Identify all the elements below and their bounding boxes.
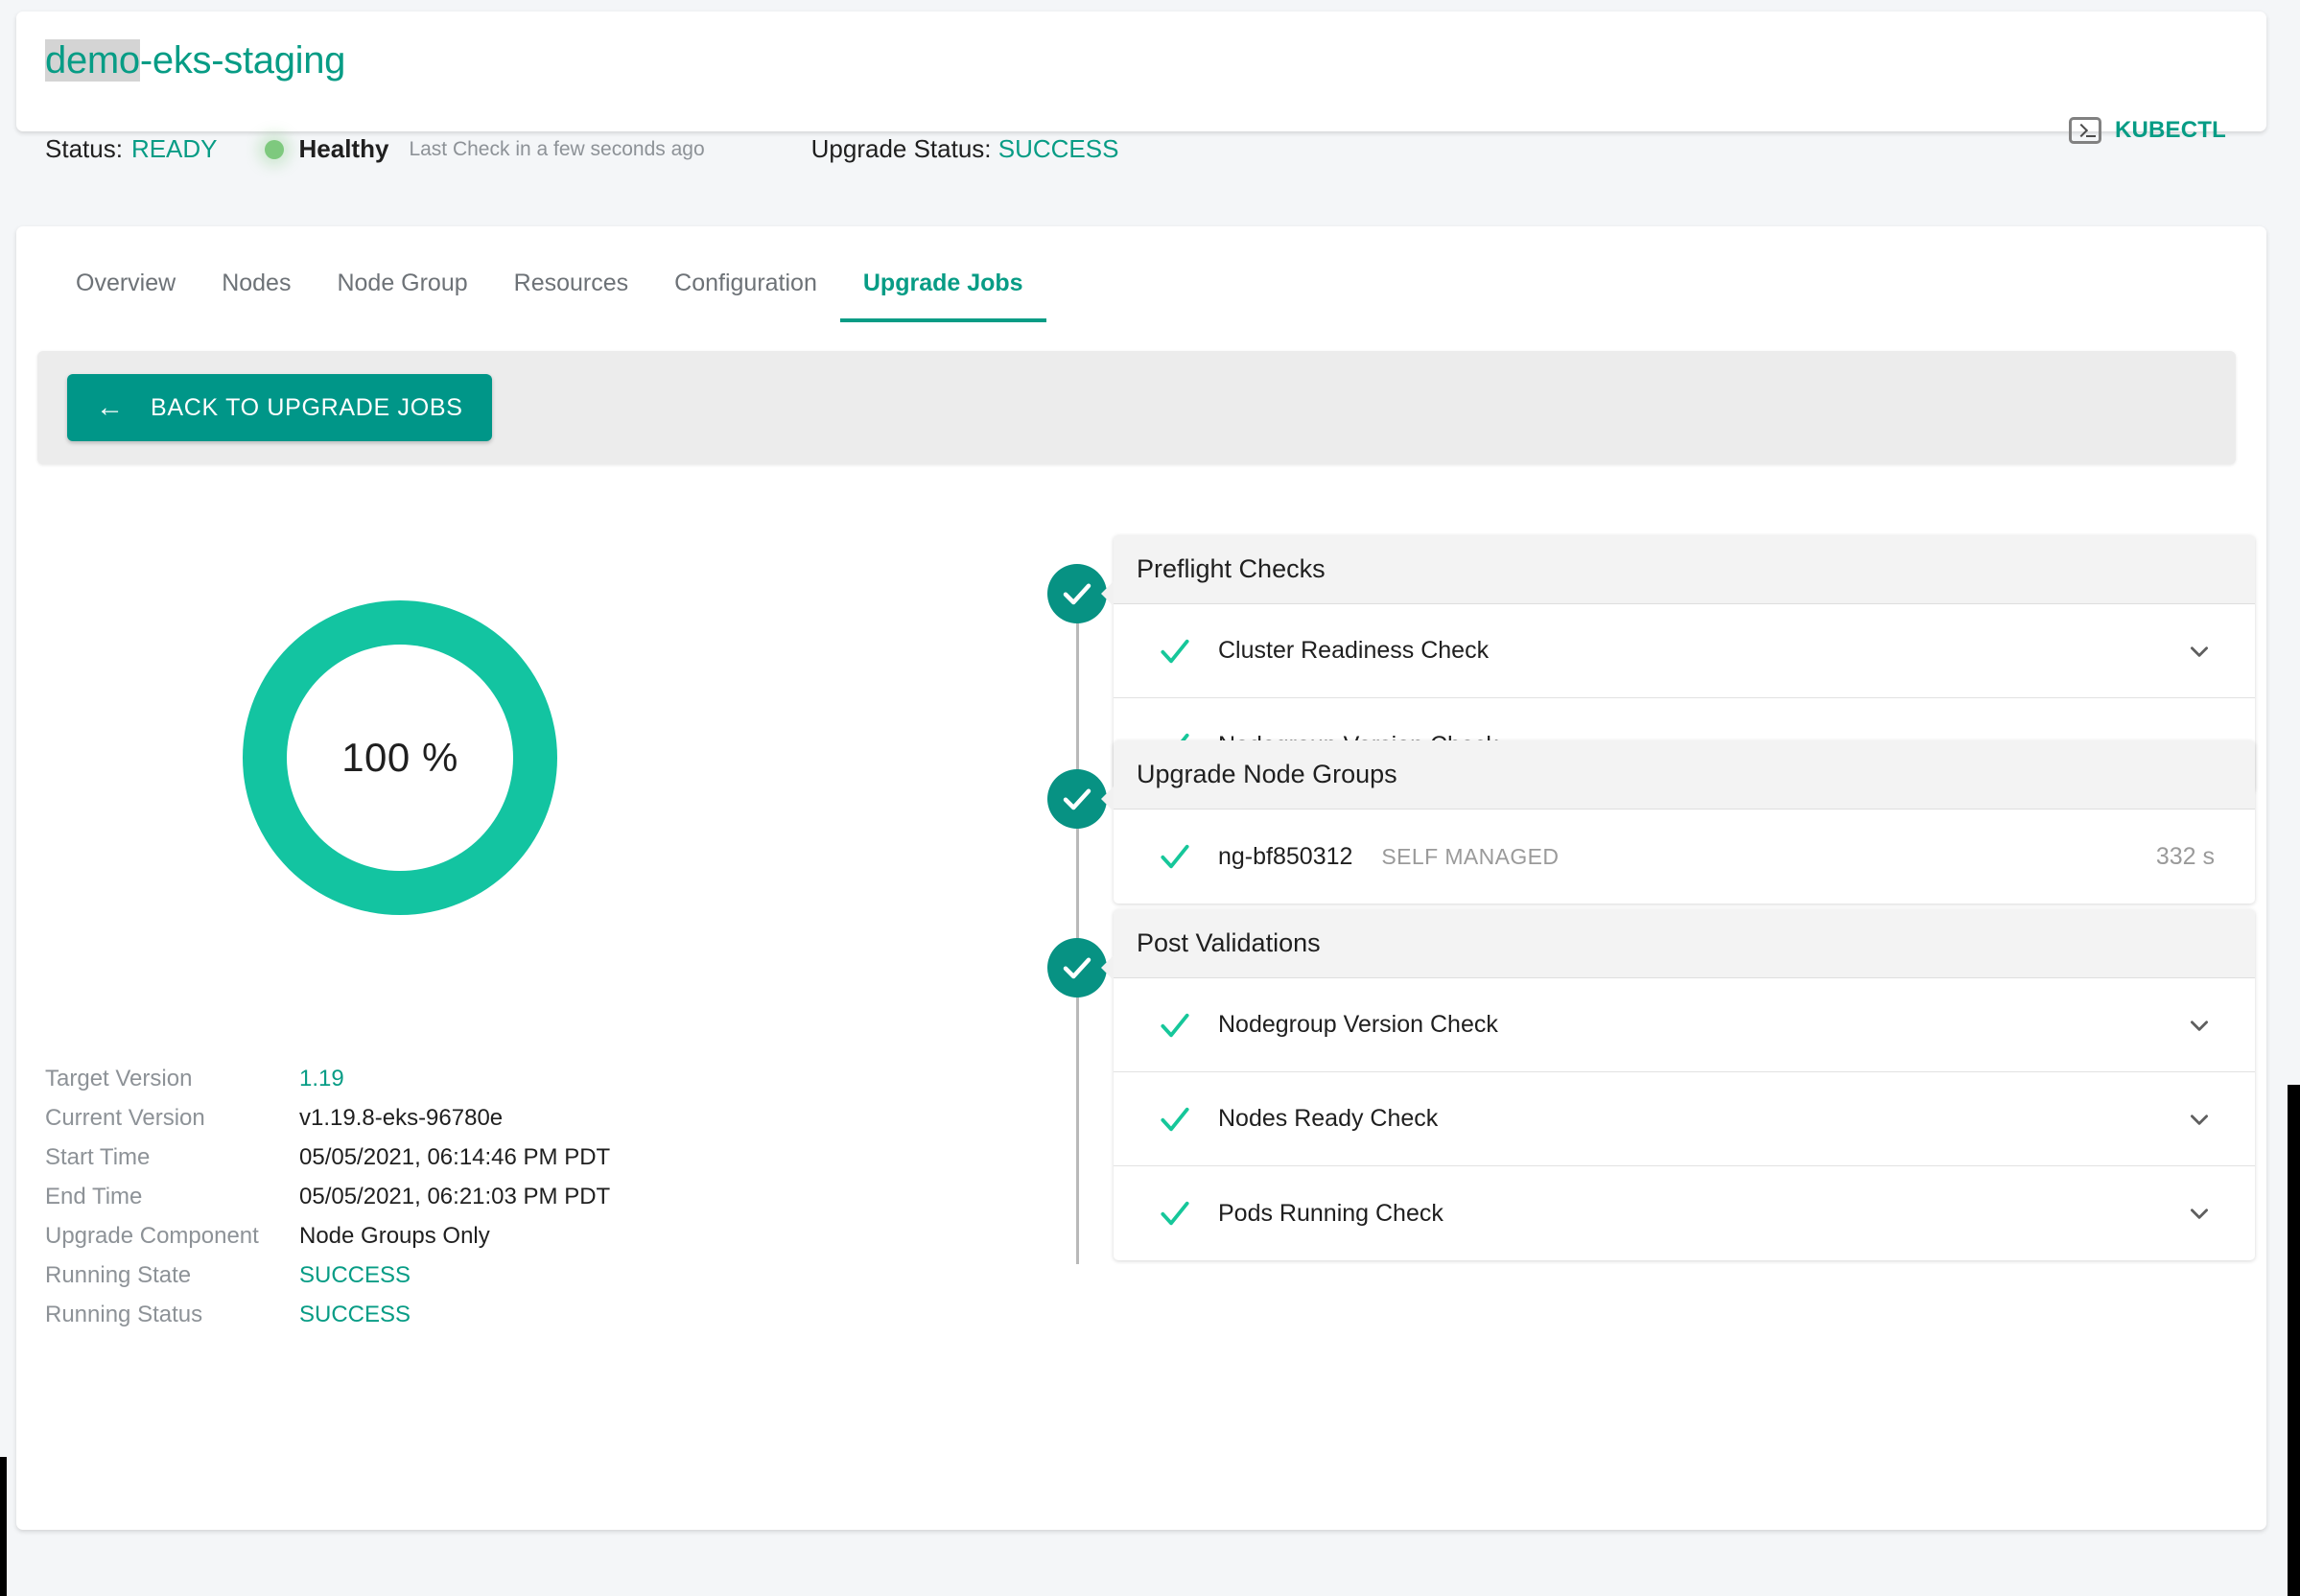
- check-row-label: Cluster Readiness Check: [1218, 637, 1490, 664]
- stage-pointer-icon: [1101, 955, 1114, 980]
- check-row-pods-running[interactable]: Pods Running Check: [1114, 1166, 2255, 1260]
- check-mark-icon: [1157, 1101, 1201, 1138]
- detail-value-running-status: SUCCESS: [299, 1302, 411, 1327]
- status-badge: READY: [130, 134, 218, 163]
- back-button-label: BACK TO UPGRADE JOBS: [151, 393, 463, 421]
- last-check-text: Last Check in a few seconds ago: [409, 137, 705, 160]
- upgrade-status: Upgrade Status: SUCCESS: [811, 134, 1119, 164]
- health-indicator: Healthy: [264, 134, 389, 164]
- check-mark-icon: [1157, 1007, 1201, 1044]
- progress-donut-ring: 100 %: [243, 600, 557, 915]
- stage-card-header: Preflight Checks: [1114, 535, 2255, 604]
- action-toolbar: ← BACK TO UPGRADE JOBS: [37, 351, 2236, 464]
- main-content-card: Overview Nodes Node Group Resources Conf…: [16, 226, 2266, 1530]
- progress-percent-label: 100 %: [341, 735, 458, 780]
- tab-nodes[interactable]: Nodes: [199, 270, 314, 322]
- check-row-label: Nodes Ready Check: [1218, 1105, 1439, 1132]
- stage-card-header: Upgrade Node Groups: [1114, 740, 2255, 810]
- detail-value-upgrade-component: Node Groups Only: [299, 1223, 490, 1249]
- terminal-icon: [2068, 117, 2101, 144]
- progress-donut: 100 %: [243, 600, 557, 915]
- check-mark-icon: [1157, 1195, 1201, 1232]
- stage-title: Upgrade Node Groups: [1137, 760, 1397, 788]
- stage-status-check-icon: [1047, 564, 1107, 623]
- cluster-status-row: Status: READY Healthy Last Check in a fe…: [45, 134, 1118, 164]
- stage-pointer-icon: [1101, 581, 1114, 606]
- window-edge-right: [2288, 1085, 2300, 1596]
- status-label: Status:: [45, 134, 123, 163]
- tab-configuration[interactable]: Configuration: [651, 270, 840, 322]
- tab-upgrade-jobs[interactable]: Upgrade Jobs: [839, 270, 1046, 322]
- page-title-rest: -eks-staging: [139, 39, 346, 82]
- stage-status-check-icon: [1047, 938, 1107, 998]
- page-title: demo-eks-staging: [45, 39, 345, 82]
- kubectl-button-label: KUBECTL: [2114, 117, 2226, 143]
- timeline-connector-line: [1076, 602, 1079, 1264]
- tab-bar: Overview Nodes Node Group Resources Conf…: [16, 226, 2266, 322]
- back-to-upgrade-jobs-button[interactable]: ← BACK TO UPGRADE JOBS: [67, 374, 492, 441]
- upgrade-status-label: Upgrade Status:: [810, 134, 992, 163]
- tab-node-group[interactable]: Node Group: [314, 270, 490, 322]
- kubectl-button[interactable]: KUBECTL: [2065, 113, 2230, 148]
- detail-value-current-version: v1.19.8-eks-96780e: [299, 1105, 504, 1131]
- check-mark-icon: [1157, 838, 1201, 875]
- stage-status-check-icon: [1047, 769, 1107, 829]
- check-mark-icon: [1157, 633, 1201, 669]
- detail-label-start-time: Start Time: [45, 1144, 151, 1170]
- app-root: demo-eks-staging Status: READY Healthy L…: [0, 0, 2300, 1596]
- detail-label-running-status: Running Status: [45, 1302, 203, 1327]
- check-row-label: Nodegroup Version Check: [1218, 1011, 1498, 1038]
- detail-value-start-time: 05/05/2021, 06:14:46 PM PDT: [299, 1144, 611, 1170]
- chevron-down-icon[interactable]: [2187, 1013, 2212, 1038]
- detail-label-current-version: Current Version: [45, 1105, 205, 1131]
- health-label: Healthy: [298, 134, 389, 163]
- nodegroup-duration: 332 s: [2155, 842, 2215, 870]
- check-row-nodes-ready[interactable]: Nodes Ready Check: [1114, 1072, 2255, 1166]
- tab-resources[interactable]: Resources: [491, 270, 652, 322]
- chevron-down-icon[interactable]: [2187, 639, 2212, 664]
- check-row-cluster-readiness[interactable]: Cluster Readiness Check: [1114, 604, 2255, 698]
- detail-label-target-version: Target Version: [45, 1066, 193, 1091]
- cluster-header-card: demo-eks-staging Status: READY Healthy L…: [16, 12, 2266, 163]
- page-title-selected-text: demo: [45, 39, 140, 82]
- detail-label-running-state: Running State: [45, 1262, 192, 1288]
- check-row-nodegroup-version-post[interactable]: Nodegroup Version Check: [1114, 978, 2255, 1072]
- chevron-down-icon[interactable]: [2187, 1107, 2212, 1132]
- stage-title: Post Validations: [1137, 928, 1321, 957]
- detail-value-end-time: 05/05/2021, 06:21:03 PM PDT: [299, 1184, 611, 1209]
- job-details-list: Target Version 1.19 Current Version v1.1…: [45, 1066, 610, 1328]
- check-row-label: Pods Running Check: [1218, 1199, 1443, 1227]
- stage-card-post-validations: Post Validations Nodegroup Version Check: [1114, 909, 2255, 1260]
- stage-pointer-icon: [1101, 786, 1114, 811]
- detail-value-running-state: SUCCESS: [299, 1262, 411, 1288]
- nodegroup-type-badge: SELF MANAGED: [1381, 843, 1560, 869]
- stage-card-upgrade-node-groups: Upgrade Node Groups ng-bf850312 SELF MAN…: [1114, 740, 2255, 904]
- nodegroup-row[interactable]: ng-bf850312 SELF MANAGED 332 s: [1114, 810, 2255, 904]
- nodegroup-name: ng-bf850312: [1218, 842, 1353, 870]
- arrow-left-icon: ←: [96, 391, 124, 423]
- progress-donut-hole: 100 %: [287, 645, 513, 871]
- stage-title: Preflight Checks: [1137, 554, 1326, 583]
- detail-label-end-time: End Time: [45, 1184, 143, 1209]
- upgrade-status-value: SUCCESS: [997, 134, 1119, 163]
- detail-label-upgrade-component: Upgrade Component: [45, 1223, 259, 1249]
- detail-value-target-version: 1.19: [299, 1066, 344, 1091]
- health-dot-icon: [264, 139, 284, 159]
- chevron-down-icon[interactable]: [2187, 1201, 2212, 1226]
- window-edge-left: [0, 1457, 7, 1596]
- tab-overview[interactable]: Overview: [53, 270, 199, 322]
- stage-card-header: Post Validations: [1114, 909, 2255, 978]
